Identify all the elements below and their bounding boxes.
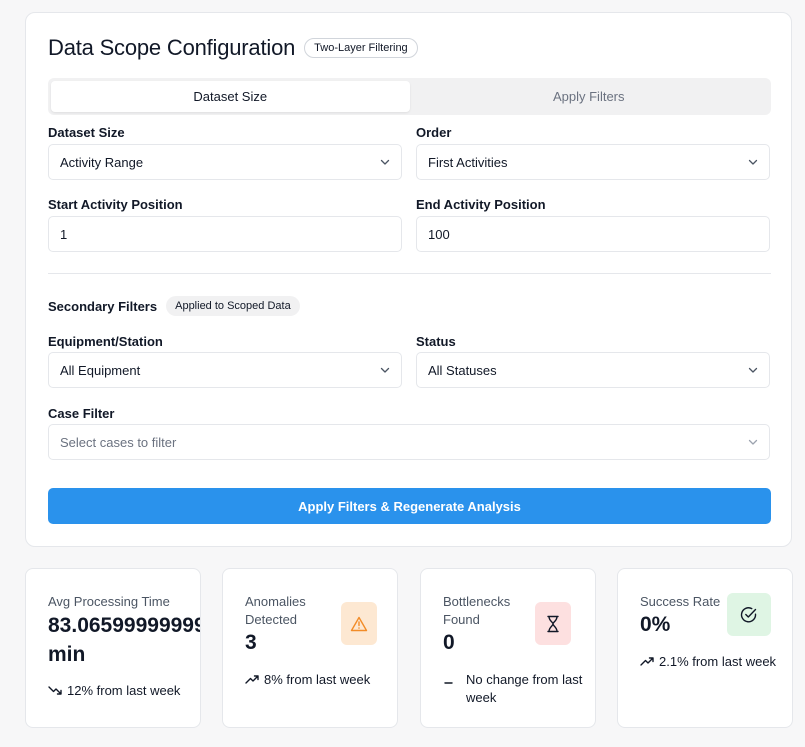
equipment-value: All Equipment: [60, 362, 141, 378]
metric-trend: No change from last week: [443, 671, 582, 707]
metric-icon-badge: [535, 602, 571, 645]
metric-label-line2: Detected: [245, 612, 298, 627]
metric-card-bottlenecks: Bottlenecks Found 0 No change from last …: [420, 568, 596, 728]
metric-trend: 12% from last week: [48, 682, 180, 700]
dataset-size-label: Dataset Size: [48, 125, 125, 140]
warning-icon: [350, 616, 368, 631]
status-value: All Statuses: [428, 362, 497, 378]
metric-label: Bottlenecks Found: [443, 593, 510, 629]
order-value: First Activities: [428, 154, 508, 170]
scoped-data-badge: Applied to Scoped Data: [166, 296, 300, 316]
chevron-down-icon: [380, 159, 390, 165]
case-filter-placeholder: Select cases to filter: [60, 434, 177, 450]
metric-trend: 8% from last week: [245, 671, 370, 689]
page-title: Data Scope Configuration: [48, 35, 296, 60]
case-filter-label: Case Filter: [48, 406, 115, 421]
metric-label: Success Rate: [640, 594, 721, 609]
trending-down-icon: [48, 686, 62, 695]
metric-label-line1: Bottlenecks: [443, 594, 511, 609]
metric-trend-text: 12% from last week: [67, 683, 181, 698]
metric-label: Anomalies Detected: [245, 593, 306, 629]
end-position-value: 100: [428, 226, 450, 242]
start-position-value: 1: [60, 226, 68, 242]
metric-icon-badge: [341, 602, 377, 645]
metric-trend: 2.1% from last week: [640, 653, 776, 671]
hourglass-icon: [547, 615, 559, 632]
chevron-down-icon: [748, 159, 758, 165]
metric-card-avg-processing-time: Avg Processing Time 83.06599999999 min 1…: [25, 568, 201, 728]
metric-value: 83.06599999999: [48, 614, 201, 637]
apply-filters-button[interactable]: Apply Filters & Regenerate Analysis: [48, 488, 771, 524]
metric-label-line2: Found: [443, 612, 480, 627]
equipment-label: Equipment/Station: [48, 334, 163, 349]
tab-bar: Dataset Size Apply Filters: [48, 78, 771, 115]
metric-trend-text: No change from last week: [466, 671, 582, 707]
metric-label: Avg Processing Time: [48, 594, 170, 609]
metric-trend-text: 8% from last week: [264, 672, 371, 687]
metric-trend-line2: week: [466, 690, 497, 705]
chevron-down-icon: [380, 367, 390, 373]
check-circle-icon: [740, 606, 757, 622]
order-select[interactable]: First Activities: [416, 144, 770, 180]
chevron-down-icon: [748, 439, 758, 445]
trending-up-icon: [245, 675, 259, 684]
case-filter-select[interactable]: Select cases to filter: [48, 424, 770, 460]
metric-value: 0%: [640, 613, 671, 636]
metric-trend-text: 2.1% from last week: [659, 654, 777, 669]
metric-unit: min: [48, 643, 86, 666]
secondary-filters-header: Secondary Filters Applied to Scoped Data: [48, 296, 300, 316]
metric-icon-badge: [727, 593, 771, 636]
dataset-size-select[interactable]: Activity Range: [48, 144, 402, 180]
metric-card-success-rate: Success Rate 0% 2.1% from last week: [617, 568, 793, 728]
title-row: Data Scope Configuration Two-Layer Filte…: [48, 35, 418, 61]
dataset-size-value: Activity Range: [60, 154, 144, 170]
equipment-select[interactable]: All Equipment: [48, 352, 402, 388]
order-label: Order: [416, 125, 452, 140]
metric-trend-line1: No change from last: [466, 672, 583, 687]
secondary-filters-title: Secondary Filters: [48, 298, 158, 314]
trending-up-icon: [640, 657, 654, 666]
chevron-down-icon: [748, 367, 758, 373]
minus-icon: [444, 682, 453, 684]
divider: [48, 273, 771, 274]
two-layer-badge: Two-Layer Filtering: [304, 38, 418, 58]
end-position-input[interactable]: 100: [416, 216, 770, 252]
status-select[interactable]: All Statuses: [416, 352, 770, 388]
start-position-label: Start Activity Position: [48, 197, 183, 212]
metric-card-anomalies: Anomalies Detected 3 8% from last week: [222, 568, 398, 728]
start-position-input[interactable]: 1: [48, 216, 402, 252]
metric-label-line1: Anomalies: [245, 594, 306, 609]
data-scope-card: Data Scope Configuration Two-Layer Filte…: [25, 12, 792, 547]
tab-apply-filters[interactable]: Apply Filters: [410, 81, 769, 112]
metric-value: 3: [245, 631, 257, 654]
tab-dataset-size[interactable]: Dataset Size: [51, 81, 410, 112]
end-position-label: End Activity Position: [416, 197, 546, 212]
status-label: Status: [416, 334, 456, 349]
metric-value: 0: [443, 631, 455, 654]
